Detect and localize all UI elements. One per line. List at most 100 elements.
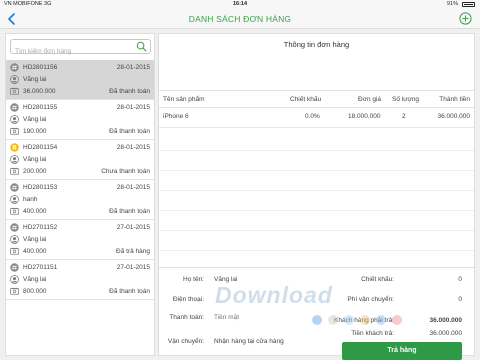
watermark-dot xyxy=(328,315,338,325)
col-discount: Chiết khấu xyxy=(290,96,322,103)
order-list-panel: HD2801156 28-01-2015 Vãng lai 36.000.000… xyxy=(5,33,155,356)
order-status: Đã trả hàng xyxy=(116,248,150,255)
order-code: HD2801155 xyxy=(23,104,58,111)
customer-pay-value: 36.000.000 xyxy=(429,317,462,324)
battery-icon xyxy=(462,2,475,7)
return-goods-button[interactable]: Trả hàng xyxy=(342,342,462,360)
order-customer: Vãng lai xyxy=(23,76,47,83)
col-product: Tên sản phẩm xyxy=(163,96,205,103)
money-icon xyxy=(10,87,19,95)
watermark-dot xyxy=(344,315,354,325)
order-customer: Vãng lai xyxy=(23,156,47,163)
customer-icon xyxy=(10,75,19,84)
customer-icon xyxy=(10,115,19,124)
col-price: Đơn giá xyxy=(358,96,382,103)
item-price: 18.000.000 xyxy=(348,113,381,120)
hash-icon xyxy=(10,223,19,232)
item-total: 36.000.000 xyxy=(437,113,470,120)
table-divider xyxy=(159,170,474,171)
search-input[interactable] xyxy=(11,45,131,58)
order-date: 28-01-2015 xyxy=(116,64,150,71)
payment-label: Thanh toán: xyxy=(169,314,204,321)
watermark-dots xyxy=(312,312,408,325)
page-title: DANH SÁCH ĐƠN HÀNG xyxy=(188,14,292,24)
discount-label: Chiết khấu: xyxy=(361,276,394,283)
order-code: HD2801154 xyxy=(23,144,58,151)
customer-icon xyxy=(10,195,19,204)
money-icon xyxy=(10,167,19,175)
phone-label: Điện thoại: xyxy=(172,296,204,303)
hash-icon xyxy=(10,263,19,272)
hash-icon xyxy=(10,103,19,112)
table-divider xyxy=(159,210,474,211)
table-row[interactable]: iPhone 6 0.0% 18.000.000 2 36.000.000 xyxy=(159,108,474,128)
order-date: 28-01-2015 xyxy=(116,104,150,111)
name-label: Họ tên: xyxy=(183,276,204,283)
table-divider xyxy=(159,230,474,231)
customer-icon xyxy=(10,155,19,164)
order-date: 27-01-2015 xyxy=(116,264,150,271)
table-divider xyxy=(159,150,474,151)
col-qty: Số lượng xyxy=(392,96,420,103)
order-customer: hanh xyxy=(23,196,38,203)
order-amount: 190.000 xyxy=(23,128,47,135)
order-detail-panel: Thông tin đơn hàng Tên sản phẩm Chiết kh… xyxy=(158,33,475,360)
customer-paid-label: Tiền khách trả: xyxy=(351,330,394,337)
order-code: HD2701152 xyxy=(23,224,58,231)
watermark-dot xyxy=(360,315,370,325)
nav-bar: DANH SÁCH ĐƠN HÀNG xyxy=(0,9,480,29)
order-summary: Họ tên: Vãng lai Điện thoại: Thanh toán:… xyxy=(159,267,474,360)
watermark-dot xyxy=(376,315,386,325)
order-amount: 400.000 xyxy=(23,248,47,255)
money-icon xyxy=(10,207,19,215)
order-customer: Vãng lai xyxy=(23,236,47,243)
item-qty: 2 xyxy=(402,113,406,120)
customer-paid-value: 36.000.000 xyxy=(429,330,462,337)
order-date: 27-01-2015 xyxy=(116,224,150,231)
order-date: 28-01-2015 xyxy=(116,184,150,191)
order-code: HD2701151 xyxy=(23,264,58,271)
add-order-icon[interactable] xyxy=(459,12,472,25)
bitcoin-icon: B xyxy=(10,143,19,152)
watermark-dot xyxy=(312,315,322,325)
order-status: Chưa thanh toán xyxy=(101,168,150,175)
shipping-label: Vận chuyển: xyxy=(167,338,204,345)
order-status: Đã thanh toán xyxy=(109,208,150,215)
order-status: Đã thanh toán xyxy=(109,128,150,135)
money-icon xyxy=(10,287,19,295)
order-list-item[interactable]: HD2701152 27-01-2015 Vãng lai 400.000 Đã… xyxy=(6,220,154,260)
order-list-item[interactable]: B HD2801154 28-01-2015 Vãng lai 200.000 … xyxy=(6,140,154,180)
name-value: Vãng lai xyxy=(214,276,238,283)
shipping-method-select[interactable]: Nhận hàng tại cửa hàng xyxy=(214,338,334,345)
hash-icon xyxy=(10,183,19,192)
payment-method-select[interactable]: Tiền mặt xyxy=(214,314,284,321)
order-date: 28-01-2015 xyxy=(116,144,150,151)
table-divider xyxy=(159,250,474,251)
order-list-item[interactable]: HD2801155 28-01-2015 Vãng lai 190.000 Đã… xyxy=(6,100,154,140)
status-bar: VN MOBIFONE 3G 16:14 91% xyxy=(0,0,480,9)
item-product: iPhone 6 xyxy=(163,113,189,120)
order-list-item[interactable]: HD2701151 27-01-2015 Vãng lai 800.000 Đã… xyxy=(6,260,154,300)
hash-icon xyxy=(10,63,19,72)
order-status: Đã thanh toán xyxy=(109,88,150,95)
order-status: Đã thanh toán xyxy=(109,288,150,295)
col-total: Thành tiền xyxy=(439,96,470,103)
item-discount: 0.0% xyxy=(305,113,320,120)
order-list-item[interactable]: HD2801153 28-01-2015 hanh 400.000 Đã tha… xyxy=(6,180,154,220)
search-box xyxy=(10,39,151,58)
ship-fee-value: 0 xyxy=(458,296,462,303)
search-icon[interactable] xyxy=(136,41,147,52)
watermark-dot xyxy=(392,315,402,325)
order-list: HD2801156 28-01-2015 Vãng lai 36.000.000… xyxy=(6,60,154,300)
table-divider xyxy=(159,190,474,191)
order-customer: Vãng lai xyxy=(23,116,47,123)
battery-percent: 91% xyxy=(446,1,458,7)
customer-icon xyxy=(10,275,19,284)
money-icon xyxy=(10,247,19,255)
order-list-item[interactable]: HD2801156 28-01-2015 Vãng lai 36.000.000… xyxy=(6,60,154,100)
clock: 16:14 xyxy=(232,1,248,7)
order-amount: 36.000.000 xyxy=(23,88,56,95)
svg-text:B: B xyxy=(12,145,17,152)
detail-title: Thông tin đơn hàng xyxy=(283,40,350,49)
customer-icon xyxy=(10,235,19,244)
